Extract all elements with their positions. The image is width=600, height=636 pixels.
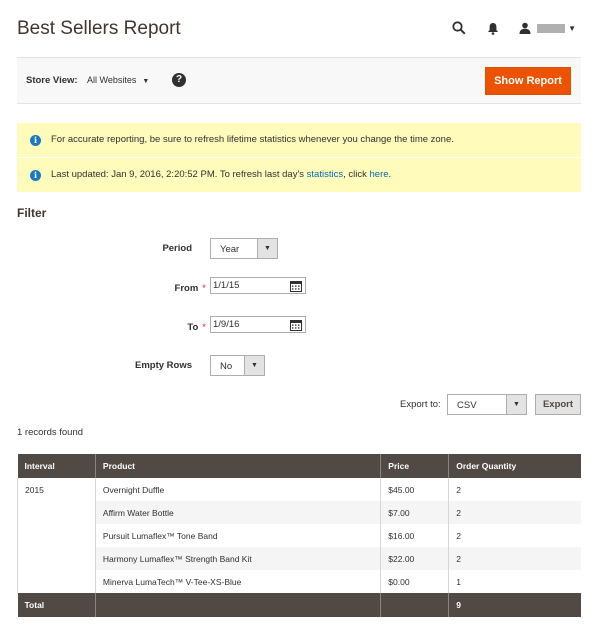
here-link[interactable]: here bbox=[370, 169, 389, 180]
store-view-switcher[interactable]: All Websites ▼ bbox=[87, 75, 149, 85]
notice-text: , click bbox=[343, 169, 370, 180]
export-button[interactable]: Export bbox=[535, 394, 581, 415]
total-empty-cell bbox=[95, 593, 382, 617]
quantity-cell: 2 bbox=[448, 524, 581, 547]
bell-icon[interactable] bbox=[483, 18, 503, 38]
price-cell: $7.00 bbox=[380, 501, 450, 524]
to-date-value: 1/9/16 bbox=[213, 319, 240, 330]
store-view-label: Store View: bbox=[26, 75, 78, 86]
product-cell: Pursuit Lumaflex™ Tone Band bbox=[95, 524, 382, 547]
header-actions: ▼ bbox=[435, 18, 576, 38]
product-cell: Minerva LumaTech™ V-Tee-XS-Blue bbox=[95, 570, 382, 593]
page-title: Best Sellers Report bbox=[17, 18, 181, 39]
table-row: Affirm Water Bottle $7.00 2 bbox=[18, 501, 581, 524]
info-icon: i bbox=[30, 170, 41, 181]
price-cell: $45.00 bbox=[380, 478, 450, 501]
chevron-down-icon: ▼ bbox=[568, 23, 576, 33]
user-icon bbox=[519, 22, 531, 34]
store-view-value: All Websites bbox=[87, 75, 137, 85]
help-icon[interactable]: ? bbox=[172, 73, 186, 87]
table-row: 2015 Overnight Duffle $45.00 2 bbox=[17, 478, 581, 593]
to-label: To * bbox=[187, 322, 206, 333]
empty-rows-value: No bbox=[220, 361, 233, 372]
total-label: Total bbox=[17, 593, 96, 617]
column-header-order-quantity[interactable]: Order Quantity bbox=[448, 454, 581, 478]
table-row: Harmony Lumaflex™ Strength Band Kit $22.… bbox=[18, 547, 581, 570]
price-cell: $22.00 bbox=[380, 547, 450, 570]
notice-text: Last updated: Jan 9, 2016, 2:20:52 PM. T… bbox=[51, 169, 307, 180]
total-quantity: 9 bbox=[448, 593, 581, 617]
calendar-icon[interactable] bbox=[290, 319, 302, 331]
export-format-select[interactable]: CSV ▼ bbox=[447, 394, 527, 415]
search-icon[interactable] bbox=[449, 18, 469, 38]
notice-text: . bbox=[388, 169, 392, 180]
product-cell: Overnight Duffle bbox=[95, 478, 382, 501]
user-name-redacted bbox=[537, 23, 566, 33]
column-header-price[interactable]: Price bbox=[380, 454, 450, 478]
period-label: Period bbox=[162, 243, 192, 254]
to-date-input[interactable]: 1/9/16 bbox=[210, 316, 306, 333]
table-row: Minerva LumaTech™ V-Tee-XS-Blue $0.00 1 bbox=[18, 570, 581, 593]
price-cell: $0.00 bbox=[380, 570, 450, 593]
total-empty-cell bbox=[380, 593, 450, 617]
column-header-interval[interactable]: Interval bbox=[17, 454, 96, 478]
user-menu[interactable]: ▼ bbox=[519, 22, 576, 34]
best-sellers-table: Interval Product Price Order Quantity 20… bbox=[17, 454, 581, 617]
product-cell: Harmony Lumaflex™ Strength Band Kit bbox=[95, 547, 382, 570]
period-select[interactable]: Year ▼ bbox=[210, 238, 278, 259]
info-icon: i bbox=[30, 135, 41, 146]
empty-rows-select[interactable]: No ▼ bbox=[210, 355, 265, 376]
store-view-bar: Store View: All Websites ▼ ? Show Report bbox=[17, 57, 581, 104]
quantity-cell: 2 bbox=[448, 547, 581, 570]
notice-last-updated: i Last updated: Jan 9, 2016, 2:20:52 PM.… bbox=[17, 158, 581, 192]
product-cell: Affirm Water Bottle bbox=[95, 501, 382, 524]
chevron-down-icon: ▼ bbox=[142, 78, 150, 85]
chevron-down-icon: ▼ bbox=[506, 395, 526, 414]
from-label: From * bbox=[174, 283, 206, 294]
quantity-cell: 2 bbox=[448, 478, 581, 501]
chevron-down-icon: ▼ bbox=[244, 356, 264, 375]
interval-cell: 2015 bbox=[17, 478, 96, 593]
price-cell: $16.00 bbox=[380, 524, 450, 547]
quantity-cell: 2 bbox=[448, 501, 581, 524]
chevron-down-icon: ▼ bbox=[257, 239, 277, 258]
notice-refresh: i For accurate reporting, be sure to ref… bbox=[17, 123, 581, 157]
table-header-row: Interval Product Price Order Quantity bbox=[17, 454, 581, 478]
show-report-button[interactable]: Show Report bbox=[485, 67, 571, 95]
quantity-cell: 1 bbox=[448, 570, 581, 593]
table-row: Pursuit Lumaflex™ Tone Band $16.00 2 bbox=[18, 524, 581, 547]
filter-heading: Filter bbox=[17, 206, 47, 220]
column-header-product[interactable]: Product bbox=[95, 454, 382, 478]
notice-message: Last updated: Jan 9, 2016, 2:20:52 PM. T… bbox=[51, 169, 391, 180]
records-count: 1 records found bbox=[17, 427, 84, 438]
from-date-value: 1/1/15 bbox=[213, 280, 240, 291]
export-label: Export to: bbox=[400, 399, 441, 410]
export-format-value: CSV bbox=[457, 400, 477, 411]
empty-rows-label: Empty Rows bbox=[134, 360, 192, 371]
from-date-input[interactable]: 1/1/15 bbox=[210, 277, 306, 294]
calendar-icon[interactable] bbox=[290, 280, 302, 292]
statistics-link[interactable]: statistics bbox=[307, 169, 343, 180]
period-value: Year bbox=[220, 244, 240, 255]
totals-row: Total 9 bbox=[17, 593, 581, 617]
notice-message: For accurate reporting, be sure to refre… bbox=[51, 134, 454, 145]
